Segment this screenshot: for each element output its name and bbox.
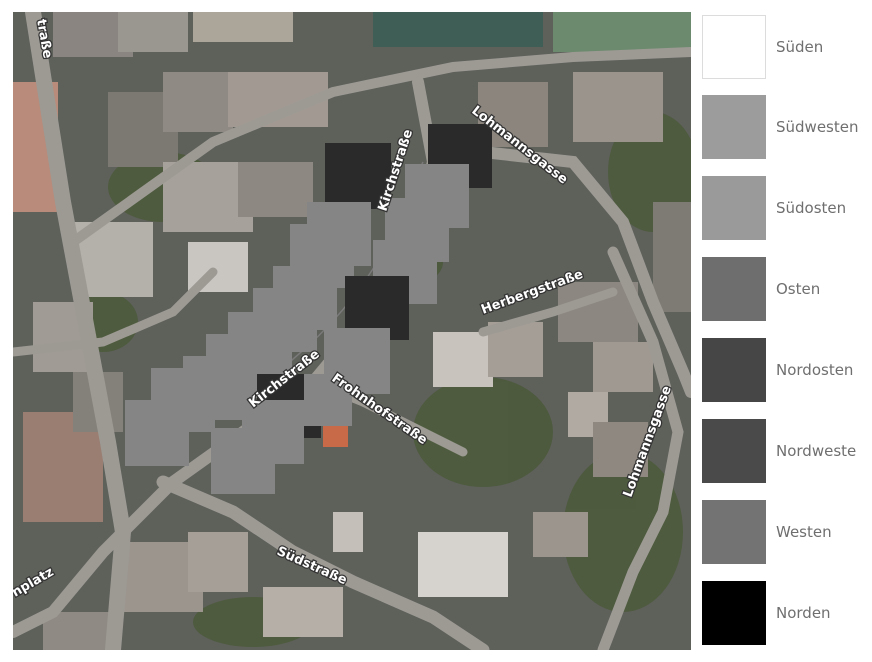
legend-item-norden: Norden: [700, 578, 872, 645]
legend-item-sueden: Süden: [700, 12, 872, 79]
legend-swatch: [702, 419, 766, 483]
legend-swatch: [702, 257, 766, 321]
legend-swatch: [702, 15, 766, 79]
legend-label: Osten: [776, 280, 821, 298]
legend-swatch: [702, 176, 766, 240]
legend-label: Westen: [776, 523, 832, 541]
legend-label: Norden: [776, 604, 831, 622]
legend-item-nordweste: Nordweste: [700, 416, 872, 483]
legend-label: Nordosten: [776, 361, 854, 379]
legend-swatch: [702, 500, 766, 564]
legend-label: Südosten: [776, 199, 847, 217]
legend-item-nordosten: Nordosten: [700, 335, 872, 402]
legend-label: Nordweste: [776, 442, 857, 460]
legend-item-westen: Westen: [700, 497, 872, 564]
legend-label: Südwesten: [776, 118, 859, 136]
legend-item-suedosten: Südosten: [700, 173, 872, 240]
legend-swatch: [702, 95, 766, 159]
legend-item-osten: Osten: [700, 254, 872, 321]
aerial-map[interactable]: Kirchstraße Lohmannsgasse Herbergstraße …: [13, 12, 691, 650]
legend-swatch: [702, 581, 766, 645]
legend-label: Süden: [776, 38, 824, 56]
legend-swatch: [702, 338, 766, 402]
map-canvas: Kirchstraße Lohmannsgasse Herbergstraße …: [13, 12, 691, 650]
legend-item-suedwesten: Südwesten: [700, 92, 872, 159]
